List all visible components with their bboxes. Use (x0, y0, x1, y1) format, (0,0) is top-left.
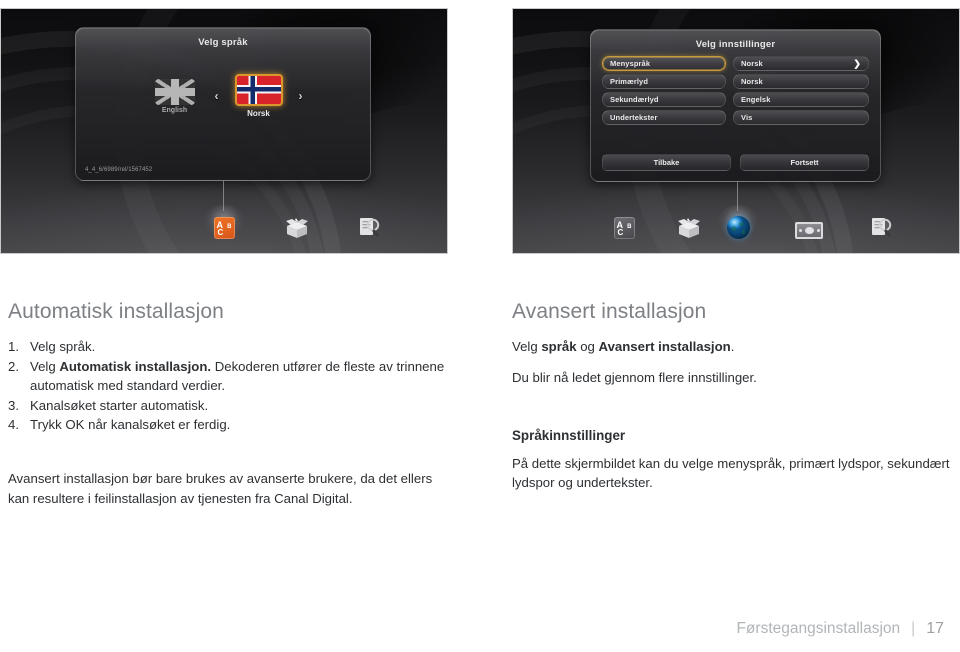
step-text: Velg språk. (30, 337, 456, 357)
language-label: English (161, 106, 188, 114)
setting-value[interactable]: Norsk ❯ (733, 56, 869, 71)
tilbake-button[interactable]: Tilbake (602, 154, 731, 171)
step-text: Velg Automatisk installasjon. Dekoderen … (30, 357, 456, 396)
language-carousel[interactable]: English ‹ Norsk › (76, 74, 370, 118)
abc-language-icon: ABC (613, 217, 635, 239)
language-settings-paragraph: På dette skjermbildet kan du velge menys… (512, 455, 950, 491)
list-item: 4. Trykk OK når kanalsøket er ferdig. (8, 415, 456, 435)
step-text-pre: Velg (30, 358, 60, 374)
globe-settings-icon (726, 216, 750, 239)
step-number: 4. (8, 417, 19, 433)
subheading-sprakinnstillinger: Språkinnstillinger (512, 427, 626, 443)
setting-key[interactable]: Sekundærlyd (602, 92, 726, 107)
page-number: 17 (926, 620, 944, 637)
firmware-version-label: 4_4_6/6989/rel/1567452 (85, 167, 153, 173)
dialog-button-row: Tilbake Fortsett (602, 154, 869, 171)
language-dialog: Velg språk English ‹ Norsk › 4_4_6/6989/… (75, 27, 371, 181)
setting-value-text: Norsk (741, 59, 763, 68)
intro-bold-sprak: språk (541, 339, 577, 355)
norway-flag-icon (234, 74, 283, 106)
velg-innstillinger-screen: Velg innstillinger Menyspråk Norsk ❯ Pri… (512, 8, 960, 254)
dock-item-smartcard[interactable] (788, 197, 830, 239)
intro-mid: og (576, 339, 599, 355)
list-item: 3. Kanalsøket starter automatisk. (8, 396, 456, 416)
smartcard-icon (795, 222, 823, 239)
open-box-installation-icon (286, 218, 308, 238)
step-number: 1. (8, 339, 19, 355)
footer-separator: | (911, 620, 916, 637)
language-option-norsk[interactable]: Norsk (228, 74, 290, 118)
uk-flag-icon (154, 78, 195, 105)
language-label: Norsk (247, 109, 270, 118)
velg-sprak-screen: Velg språk English ‹ Norsk › 4_4_6/6989/… (0, 8, 448, 254)
settings-row-primaerlyd[interactable]: Primærlyd Norsk (602, 74, 869, 89)
settings-row-undertekster[interactable]: Undertekster Vis (602, 110, 869, 125)
list-item: 2. Velg Automatisk installasjon. Dekoder… (8, 357, 456, 396)
language-option-english[interactable]: English (144, 78, 206, 114)
chevron-left-icon[interactable]: ‹ (215, 90, 219, 102)
advanced-install-note: Avansert installasjon bør bare brukes av… (8, 470, 433, 506)
page-title-automatisk: Automatisk installasjon (8, 300, 224, 323)
icon-dock: ABC (1, 187, 447, 249)
right-text-column: Avansert installasjon Velg språk og Avan… (512, 300, 950, 493)
setting-value[interactable]: Engelsk (733, 92, 869, 107)
setting-key[interactable]: Undertekster (602, 110, 726, 125)
step-text-bold: Automatisk installasjon. (59, 358, 212, 374)
list-item: 1. Velg språk. (8, 337, 456, 357)
abc-language-icon: ABC (213, 217, 235, 239)
dock-item-abc[interactable]: ABC (603, 197, 645, 239)
left-text-column: Automatisk installasjon 1. Velg språk. 2… (8, 300, 456, 508)
dock-item-search[interactable] (861, 197, 903, 239)
dock-item-box[interactable] (276, 197, 318, 239)
page-title-avansert: Avansert installasjon (512, 300, 707, 323)
dock-item-globe[interactable] (717, 197, 759, 239)
advanced-intro-line: Velg språk og Avansert installasjon. (512, 337, 950, 357)
step-number: 2. (8, 358, 19, 374)
dock-item-box[interactable] (668, 197, 710, 239)
footer-section-label: Førstegangsinstallasjon (736, 620, 901, 637)
step-text-pre: Kanalsøket starter automatisk. (30, 397, 209, 413)
dialog-title: Velg språk (198, 37, 248, 48)
step-text: Kanalsøket starter automatisk. (30, 396, 456, 416)
dock-item-search[interactable] (349, 197, 391, 239)
intro-pre: Velg (512, 339, 542, 355)
steps-list: 1. Velg språk. 2. Velg Automatisk instal… (8, 337, 456, 435)
advanced-guide-line: Du blir nå ledet gjennom flere innstilli… (512, 369, 757, 385)
setting-key[interactable]: Primærlyd (602, 74, 726, 89)
step-text-pre: Trykk OK når kanalsøket er ferdig. (30, 417, 231, 433)
fortsett-button[interactable]: Fortsett (740, 154, 869, 171)
step-text-pre: Velg språk. (30, 339, 96, 355)
page-footer: Førstegangsinstallasjon | 17 (736, 620, 944, 638)
setting-key[interactable]: Menyspråk (602, 56, 726, 71)
screenshot-gallery: Velg språk English ‹ Norsk › 4_4_6/6989/… (0, 8, 960, 254)
settings-row-sekundaerlyd[interactable]: Sekundærlyd Engelsk (602, 92, 869, 107)
step-text: Trykk OK når kanalsøket er ferdig. (30, 415, 456, 435)
chevron-right-icon[interactable]: ❯ (853, 59, 861, 68)
setting-value[interactable]: Norsk (733, 74, 869, 89)
step-number: 3. (8, 397, 19, 413)
settings-dialog: Velg innstillinger Menyspråk Norsk ❯ Pri… (590, 29, 881, 182)
setting-value[interactable]: Vis (733, 110, 869, 125)
document-search-icon (872, 218, 892, 237)
chevron-right-icon[interactable]: › (299, 90, 303, 102)
intro-bold-avansert: Avansert installasjon (598, 339, 731, 355)
dock-item-abc[interactable]: ABC (203, 197, 245, 239)
settings-list: Menyspråk Norsk ❯ Primærlyd Norsk Sekund… (602, 56, 869, 128)
icon-dock: ABC (513, 187, 959, 249)
dialog-title: Velg innstillinger (695, 39, 776, 50)
settings-row-menysprak[interactable]: Menyspråk Norsk ❯ (602, 56, 869, 71)
intro-post: . (730, 339, 735, 355)
open-box-installation-icon (678, 218, 700, 238)
document-search-icon (360, 218, 380, 237)
